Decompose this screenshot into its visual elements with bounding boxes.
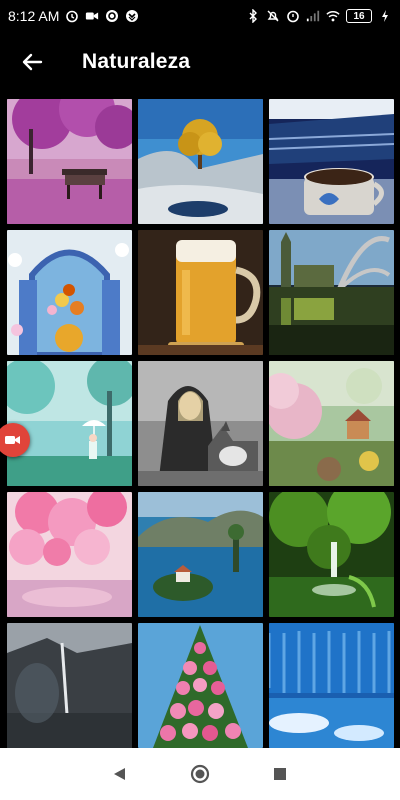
triangle-back-icon xyxy=(114,768,125,780)
gallery-tile-mountain-waterfall[interactable] xyxy=(7,623,132,748)
video-record-icon xyxy=(5,436,20,444)
square-recents-icon xyxy=(274,768,286,780)
gallery-tile-lake-island[interactable] xyxy=(138,492,263,617)
video-camera-icon xyxy=(85,9,99,23)
app-bar: Naturaleza xyxy=(0,32,400,92)
gallery-tile-rose-tree[interactable] xyxy=(138,623,263,748)
gallery-tile-london-reflection[interactable] xyxy=(269,230,394,355)
battery-indicator: 16 xyxy=(346,9,372,23)
circle-home-icon xyxy=(190,764,210,784)
gallery-tile-golden-tree[interactable] xyxy=(138,99,263,224)
gallery-tile-coffee-cup[interactable] xyxy=(269,99,394,224)
arrow-left-icon xyxy=(22,53,43,71)
nav-recents-button[interactable] xyxy=(260,754,300,794)
status-bar: 8:12 AM 16 xyxy=(0,0,400,32)
gallery-tile-cherry-blossom[interactable] xyxy=(7,492,132,617)
signal-icon xyxy=(306,9,320,23)
gallery-tile-woman-wolf[interactable] xyxy=(138,361,263,486)
nav-back-button[interactable] xyxy=(100,754,140,794)
status-left: 8:12 AM xyxy=(8,8,139,24)
gallery-tile-flower-window[interactable] xyxy=(7,230,132,355)
gallery-tile-pink-tree[interactable] xyxy=(7,99,132,224)
gallery-tile-beer-mug[interactable] xyxy=(138,230,263,355)
gallery-tile-green-waterfall[interactable] xyxy=(269,492,394,617)
wifi-icon xyxy=(326,9,340,23)
status-time: 8:12 AM xyxy=(8,8,60,24)
navigation-bar xyxy=(0,748,400,800)
app-notification-icon xyxy=(125,9,139,23)
bluetooth-icon xyxy=(246,9,260,23)
gallery-tile-blossom-house[interactable] xyxy=(269,361,394,486)
back-button[interactable] xyxy=(4,32,60,92)
alarm-clock-icon xyxy=(286,9,300,23)
status-right: 16 xyxy=(246,9,392,23)
alarm-icon xyxy=(65,9,79,23)
page-title: Naturaleza xyxy=(82,50,191,73)
sync-icon xyxy=(105,9,119,23)
mute-bell-icon xyxy=(266,9,280,23)
wallpaper-grid xyxy=(7,99,394,748)
gallery-tile-girl-umbrella[interactable] xyxy=(7,361,132,486)
nav-home-button[interactable] xyxy=(180,754,220,794)
charging-icon xyxy=(378,9,392,23)
gallery-tile-blue-waterfall[interactable] xyxy=(269,623,394,748)
